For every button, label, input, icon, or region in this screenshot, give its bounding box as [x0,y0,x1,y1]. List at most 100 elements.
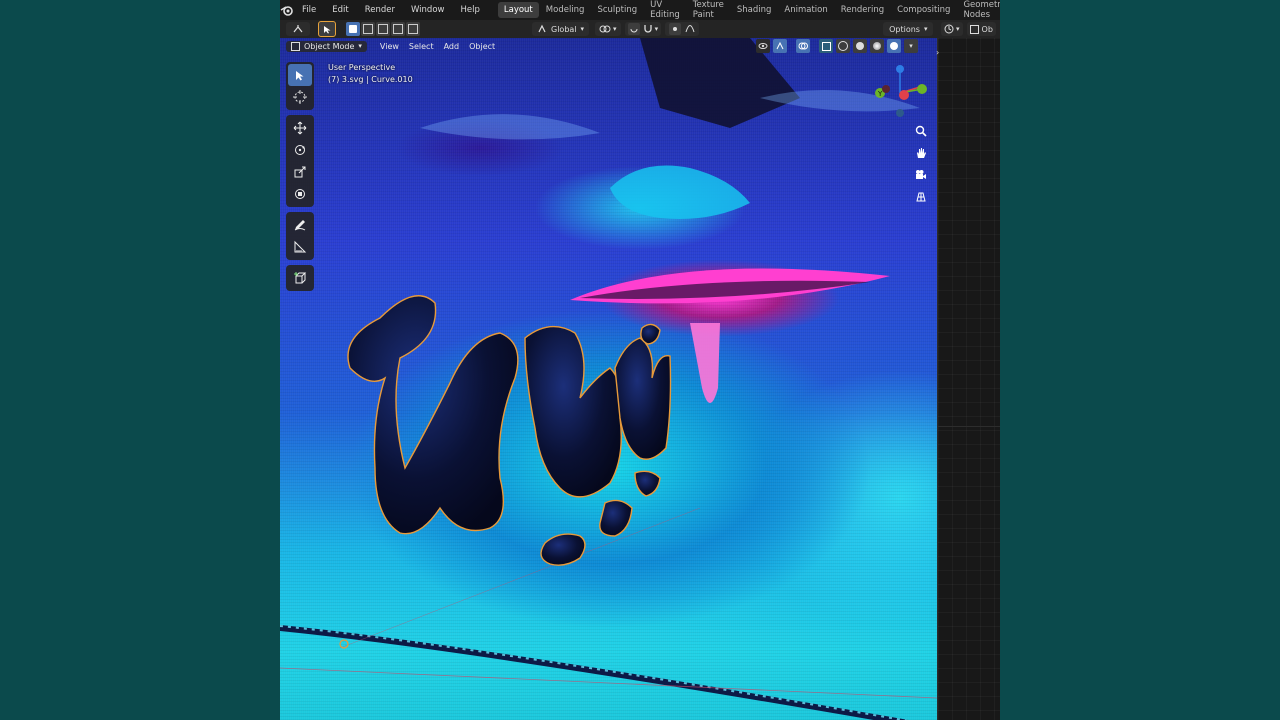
right-side-panel[interactable]: › [936,38,1000,720]
chevron-down-icon: ▾ [580,25,585,33]
drip-shape [690,323,720,403]
dot-shape-2 [599,499,633,537]
gizmo-neg-x-axis[interactable] [882,85,890,93]
annotate-tool[interactable] [288,214,312,236]
proportional-edit-icon[interactable] [669,23,682,35]
chevron-down-icon: ▾ [956,25,960,33]
object-selector-label: Ob [981,24,993,34]
gizmo-y-axis[interactable] [917,84,927,94]
menu-object[interactable]: Object [464,42,500,51]
navigation-gizmo[interactable]: Y [870,63,930,123]
origin-point [339,639,349,649]
visibility-icon[interactable] [756,39,770,53]
select-new-icon[interactable] [346,22,360,36]
pivot-point-select[interactable]: ▾ [595,22,621,36]
grid-ortho-icon[interactable] [912,187,930,207]
select-mode-group [346,22,420,36]
snap-group: ▾ [624,22,662,36]
dot-shape-3 [634,470,661,497]
solid-shading-icon[interactable] [853,39,867,53]
tab-animation[interactable]: Animation [778,2,833,18]
options-dropdown[interactable]: Options ▾ [883,22,934,36]
scale-icon [294,166,306,178]
tab-modeling[interactable]: Modeling [540,2,591,18]
menu-add[interactable]: Add [439,42,465,51]
tool-shelf [286,62,314,296]
zoom-icon[interactable] [912,121,930,141]
letter-shape-u [347,295,519,535]
chain-line [280,625,909,720]
tab-sculpting[interactable]: Sculpting [591,2,643,18]
3d-cursor-icon [293,90,307,104]
right-header-controls: ▾ Ob [941,22,996,36]
select-intersect-icon[interactable] [406,22,420,36]
panel-divider [938,426,1000,427]
camera-icon[interactable] [912,165,930,185]
letter-shape-i [640,323,661,345]
nose-shape [610,165,750,219]
rotate-icon [295,145,305,155]
editor-type-button[interactable] [286,22,310,36]
select-invert-icon[interactable] [391,22,405,36]
gizmo-toggle-icon[interactable] [773,39,787,53]
select-subtract-icon[interactable] [376,22,390,36]
pencil-icon [294,220,306,231]
scale-tool[interactable] [288,161,312,183]
viewport-header: Object Mode ▾ View Select Add Object ▾ [280,38,937,54]
gizmo-z-axis[interactable] [896,65,904,73]
snap-toggle-icon[interactable] [627,23,640,35]
tool-settings-header: Global ▾ ▾ ▾ Options ▾ ▾ Ob [280,20,1000,38]
tool-select-button[interactable] [318,21,336,37]
overlays-toggle-icon[interactable] [796,39,810,53]
rendered-shading-icon[interactable] [887,39,901,53]
view-name-label: User Perspective [328,63,396,72]
3d-text-object[interactable] [347,295,672,566]
menu-render[interactable]: Render [357,0,403,20]
letter-shape-g [524,325,622,498]
cursor-tool[interactable] [288,86,312,108]
transform-orientation-select[interactable]: Global ▾ [532,22,590,36]
menu-window[interactable]: Window [403,0,453,20]
tab-shading[interactable]: Shading [731,2,778,18]
3d-viewport[interactable]: Object Mode ▾ View Select Add Object ▾ U… [280,38,937,720]
menu-help[interactable]: Help [452,0,487,20]
object-icon [969,24,979,34]
blender-logo-icon[interactable] [280,0,294,20]
menu-edit[interactable]: Edit [324,0,356,20]
move-tool[interactable] [288,117,312,139]
magnet-icon[interactable] [643,23,653,35]
move-arrows-icon [293,121,307,135]
select-box-tool[interactable] [288,64,312,86]
measure-tool[interactable] [288,236,312,258]
xray-toggle-icon[interactable] [819,39,833,53]
transform-tool[interactable] [288,183,312,205]
blender-window: File Edit Render Window Help Layout Mode… [280,0,1000,720]
falloff-curve-icon[interactable] [685,23,695,35]
ruler-icon [294,240,307,253]
rotate-tool[interactable] [288,139,312,161]
object-selector[interactable]: Ob [966,22,996,36]
material-shading-icon[interactable] [870,39,884,53]
chevron-down-icon: ▾ [654,25,659,33]
viewport-scene [280,38,937,720]
tab-layout[interactable]: Layout [497,2,539,18]
cursor-arrow-icon [323,25,330,33]
timeline-mode-select[interactable]: ▾ [941,22,963,36]
proportional-edit-group [665,22,700,36]
tab-rendering[interactable]: Rendering [835,2,890,18]
wireframe-shading-icon[interactable] [836,39,850,53]
pan-hand-icon[interactable] [912,143,930,163]
tool-group-transform [286,115,314,207]
add-cube-tool[interactable] [288,267,312,289]
gizmo-x-axis[interactable] [899,90,909,100]
select-extend-icon[interactable] [361,22,375,36]
object-mode-select[interactable]: Object Mode ▾ [286,40,367,52]
menu-view[interactable]: View [375,42,404,51]
shading-options-icon[interactable]: ▾ [904,39,918,53]
tab-compositing[interactable]: Compositing [891,2,956,18]
menu-file[interactable]: File [294,0,324,20]
gizmo-neg-z-axis[interactable] [896,109,904,117]
clock-icon [944,24,954,34]
eye-highlight-left [420,114,600,140]
menu-select[interactable]: Select [404,42,439,51]
